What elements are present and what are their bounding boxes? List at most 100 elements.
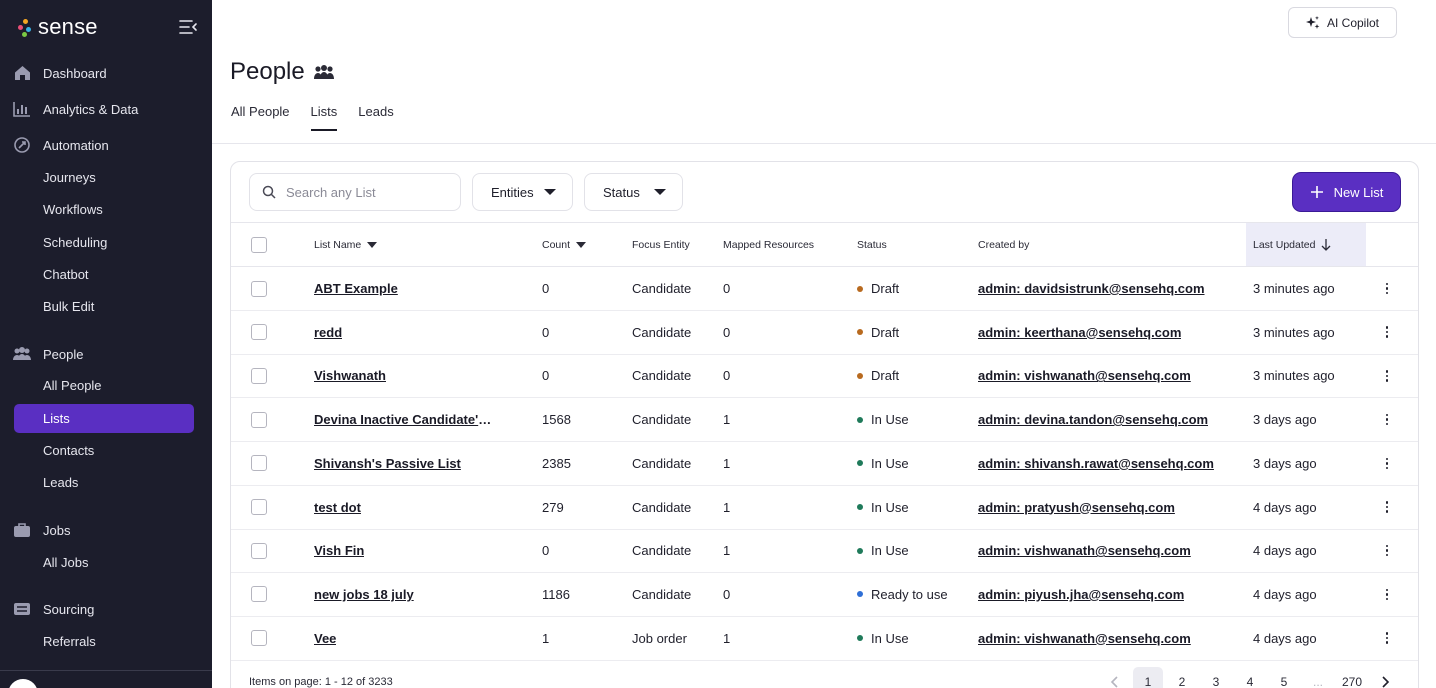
row-checkbox[interactable]	[251, 499, 267, 515]
sidebar-item-jobs[interactable]: Jobs	[12, 515, 194, 545]
list-name-link[interactable]: ABT Example	[314, 281, 398, 296]
sidebar-item-label: Sourcing	[43, 601, 95, 617]
table-row[interactable]: redd 0 Candidate 0 Draft admin: keerthana@sen…	[231, 311, 1418, 355]
table-row[interactable]: Vish Fin 0 Candidate 1 In Use admin: vishwana…	[231, 529, 1418, 574]
sidebar-item-contacts[interactable]: Contacts	[14, 436, 194, 465]
created-by-cell: admin: devina.tandon@sensehq.com	[978, 398, 1208, 441]
tab-leads[interactable]: Leads	[358, 104, 393, 131]
row-actions-cell	[1381, 311, 1393, 354]
more-actions-icon[interactable]	[1385, 413, 1389, 426]
created-by-link[interactable]: admin: vishwanath@sensehq.com	[978, 543, 1191, 558]
sidebar-item-lists[interactable]: Lists	[14, 404, 194, 433]
table-row[interactable]: Vishwanath 0 Candidate 0 Draft admin: vishwan…	[231, 354, 1418, 399]
column-created-by: Created by	[978, 238, 1030, 251]
table-row[interactable]: Devina Inactive Candidate's ... 1568 Candi…	[231, 398, 1418, 443]
sidebar-item-all-people[interactable]: All People	[14, 371, 194, 400]
more-actions-icon[interactable]	[1385, 457, 1389, 470]
list-name-link[interactable]: Vish Fin	[314, 543, 364, 558]
page-button[interactable]: 3	[1201, 667, 1231, 688]
created-by-link[interactable]: admin: keerthana@sensehq.com	[978, 325, 1181, 340]
table-row[interactable]: ABT Example 0 Candidate 0 Draft admin: davids…	[231, 267, 1418, 311]
collapse-sidebar-icon[interactable]	[178, 18, 198, 36]
search-box[interactable]	[249, 173, 461, 211]
created-by-link[interactable]: admin: pratyush@sensehq.com	[978, 500, 1175, 515]
mapped-resources-cell: 0	[723, 324, 731, 340]
caret-down-icon	[576, 241, 587, 248]
created-by-link[interactable]: admin: vishwanath@sensehq.com	[978, 368, 1191, 383]
row-checkbox[interactable]	[251, 630, 267, 647]
sidebar-item-analytics[interactable]: Analytics & Data	[12, 94, 194, 124]
list-name-link[interactable]: Shivansh's Passive List	[314, 456, 461, 471]
sidebar-item-all-jobs[interactable]: All Jobs	[14, 548, 194, 577]
sidebar-item-journeys[interactable]: Journeys	[14, 163, 194, 192]
table-row[interactable]: test dot 279 Candidate 1 In Use admin: pratyu…	[231, 486, 1418, 530]
list-name-link[interactable]: Vishwanath	[314, 368, 386, 383]
created-by-link[interactable]: admin: shivansh.rawat@sensehq.com	[978, 456, 1214, 471]
page-button[interactable]: 2	[1167, 667, 1197, 688]
user-profile[interactable]	[0, 670, 212, 688]
row-checkbox[interactable]	[251, 324, 267, 341]
list-name-link[interactable]: Vee	[314, 631, 336, 646]
created-by-link[interactable]: admin: davidsistrunk@sensehq.com	[978, 281, 1205, 296]
column-count[interactable]: Count	[542, 223, 587, 266]
count-cell: 0	[542, 368, 550, 384]
new-list-button[interactable]: New List	[1293, 173, 1400, 211]
more-actions-icon[interactable]	[1385, 501, 1389, 513]
table-row[interactable]: Shivansh's Passive List 2385 Candidate 1 In …	[231, 442, 1418, 486]
list-name-link[interactable]: Devina Inactive Candidate's ...	[314, 412, 494, 427]
list-name-link[interactable]: new jobs 18 july	[314, 587, 414, 602]
more-actions-icon[interactable]	[1385, 370, 1389, 382]
tab-all-people[interactable]: All People	[231, 104, 290, 131]
list-name-link[interactable]: test dot	[314, 500, 361, 515]
select-all-checkbox[interactable]	[251, 236, 267, 253]
more-actions-icon[interactable]	[1385, 588, 1389, 601]
more-actions-icon[interactable]	[1385, 632, 1389, 644]
sidebar-item-referrals[interactable]: Referrals	[14, 627, 194, 656]
sidebar-item-leads[interactable]: Leads	[14, 468, 194, 497]
tab-lists[interactable]: Lists	[310, 104, 337, 131]
column-list-name[interactable]: List Name	[314, 223, 378, 266]
list-name-link[interactable]: redd	[314, 325, 342, 340]
sidebar-item-workflows[interactable]: Workflows	[14, 195, 194, 224]
row-checkbox[interactable]	[251, 367, 267, 384]
lists-card: Entities Status New List List Name Count…	[230, 161, 1419, 688]
next-page-icon[interactable]	[1371, 667, 1401, 688]
status-cell: In Use	[857, 442, 909, 485]
status-dot	[857, 547, 863, 554]
sidebar-item-automation[interactable]: Automation	[12, 130, 194, 160]
row-checkbox[interactable]	[251, 280, 267, 297]
last-updated-cell: 4 days ago	[1253, 543, 1317, 559]
sidebar-item-bulk-edit[interactable]: Bulk Edit	[14, 292, 194, 321]
page-title-text: People	[230, 58, 305, 85]
sidebar-item-chatbot[interactable]: Chatbot	[14, 260, 194, 289]
sidebar-item-label: Jobs	[43, 522, 71, 538]
page-button[interactable]: 5	[1269, 667, 1299, 688]
ai-copilot-button[interactable]: AI Copilot	[1288, 7, 1397, 38]
page-button[interactable]: 1	[1133, 667, 1163, 688]
row-checkbox[interactable]	[251, 542, 267, 559]
table-row[interactable]: new jobs 18 july 1186 Candidate 0 Ready to u…	[231, 573, 1418, 617]
more-actions-icon[interactable]	[1385, 282, 1389, 295]
row-checkbox[interactable]	[251, 586, 267, 603]
header-divider	[212, 143, 1436, 144]
search-input[interactable]	[286, 184, 446, 200]
column-last-updated[interactable]: Last Updated	[1246, 223, 1366, 266]
page-button[interactable]: 270	[1337, 667, 1367, 688]
row-checkbox[interactable]	[251, 411, 267, 428]
status-dropdown[interactable]: Status	[584, 173, 683, 211]
sidebar-item-dashboard[interactable]: Dashboard	[12, 58, 194, 88]
prev-page-icon[interactable]	[1099, 667, 1129, 688]
entities-dropdown[interactable]: Entities	[472, 173, 573, 211]
page-button[interactable]: 4	[1235, 667, 1265, 688]
row-checkbox[interactable]	[251, 455, 267, 472]
created-by-link[interactable]: admin: devina.tandon@sensehq.com	[978, 412, 1208, 427]
created-by-link[interactable]: admin: piyush.jha@sensehq.com	[978, 587, 1184, 602]
sense-logo[interactable]: sense	[18, 14, 98, 40]
created-by-link[interactable]: admin: vishwanath@sensehq.com	[978, 631, 1191, 646]
table-row[interactable]: Vee 1 Job order 1 In Use admin: vishwanath@se…	[231, 617, 1418, 661]
sidebar-item-scheduling[interactable]: Scheduling	[14, 228, 194, 257]
more-actions-icon[interactable]	[1385, 544, 1389, 557]
sidebar-item-people[interactable]: People	[12, 339, 194, 369]
more-actions-icon[interactable]	[1385, 326, 1389, 338]
sidebar-item-sourcing[interactable]: Sourcing	[12, 594, 194, 624]
